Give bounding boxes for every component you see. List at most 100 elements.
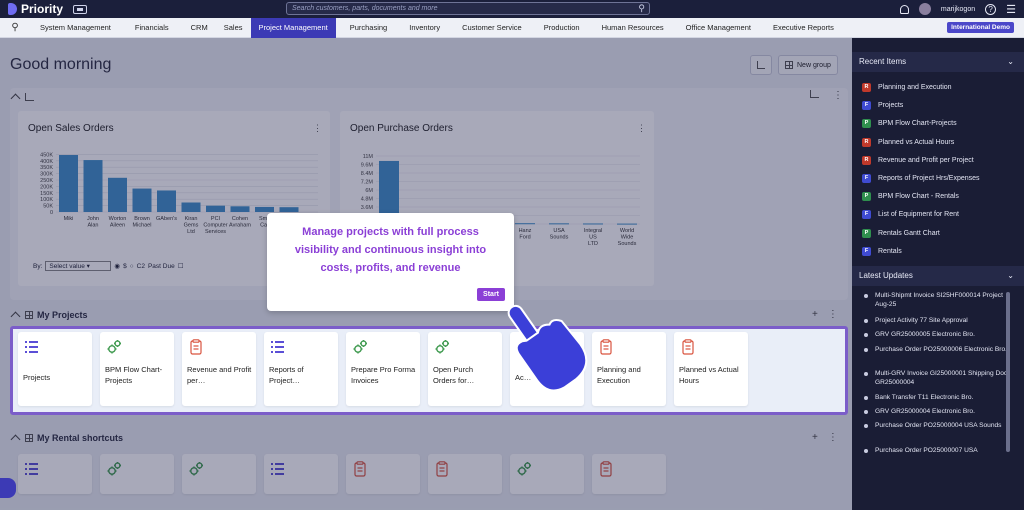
- menu-purchasing[interactable]: Purchasing: [342, 18, 396, 38]
- recent-item[interactable]: P Rentals Gantt Chart: [862, 228, 940, 238]
- menu-crm[interactable]: CRM: [183, 18, 216, 38]
- item-type-icon: F: [862, 210, 871, 220]
- report-icon: [188, 339, 204, 355]
- gears-icon: [352, 339, 368, 355]
- update-item[interactable]: Project Activity 77 Site Approval: [864, 316, 1012, 325]
- latest-updates-header[interactable]: Latest Updates ⌄: [852, 266, 1024, 286]
- username[interactable]: marijkogon: [941, 6, 975, 13]
- project-shortcut-tile[interactable]: Projects: [18, 332, 92, 406]
- update-item[interactable]: Purchase Order PO25000004 USA Sounds: [864, 421, 1012, 430]
- project-shortcut-tile[interactable]: Planning and Execution: [592, 332, 666, 406]
- update-item[interactable]: Bank Transfer T11 Electronic Bro.: [864, 393, 1012, 402]
- assistant-bubble[interactable]: [0, 478, 16, 498]
- recent-item-label: Rentals: [878, 247, 902, 255]
- item-type-icon: P: [862, 119, 871, 129]
- project-shortcut-tile[interactable]: Prepare Pro Forma Invoices: [346, 332, 420, 406]
- right-sidebar: Recent Items ⌄ R Planning and Execution F P…: [852, 38, 1024, 510]
- update-item[interactable]: Purchase Order PO25000006 Electronic Bro…: [864, 345, 1012, 354]
- tile-label: Prepare Pro Forma Invoices: [351, 365, 416, 385]
- item-type-icon: F: [862, 246, 871, 256]
- project-shortcut-tile[interactable]: Planned vs Actual Hours: [674, 332, 748, 406]
- gears-icon: [434, 339, 450, 355]
- item-type-icon: F: [862, 101, 871, 111]
- avatar[interactable]: [918, 3, 931, 15]
- gears-icon: [106, 339, 122, 355]
- recent-item[interactable]: R Planning and Execution: [862, 83, 952, 92]
- project-shortcut-tile[interactable]: BPM Flow Chart-Projects: [100, 332, 174, 406]
- menu-financials[interactable]: Financials: [127, 18, 177, 38]
- latest-updates-title: Latest Updates: [859, 271, 913, 280]
- chevron-down-icon[interactable]: ⌄: [1007, 52, 1014, 72]
- menu-office-management[interactable]: Office Management: [678, 18, 759, 38]
- project-shortcut-tile[interactable]: Revenue and Profit per…: [182, 332, 256, 406]
- screen-icon[interactable]: [73, 4, 88, 14]
- update-item[interactable]: Multi-GRV Invoice GI25000001 Shipping Do…: [864, 369, 1012, 387]
- recent-item[interactable]: F Rentals: [862, 246, 902, 256]
- help-icon[interactable]: ?: [985, 3, 997, 15]
- project-shortcut-tile[interactable]: Reports of Project…: [264, 332, 338, 406]
- tour-tooltip: Manage projects with full process visibi…: [267, 213, 514, 311]
- pointing-hand-icon: [507, 304, 588, 392]
- tile-label: Projects: [23, 373, 51, 382]
- tile-label: Reports of Project…: [269, 365, 304, 385]
- menu-executive-reports[interactable]: Executive Reports: [765, 18, 842, 38]
- item-type-icon: F: [862, 174, 871, 183]
- item-type-icon: R: [862, 137, 871, 147]
- recent-item[interactable]: R Revenue and Profit per Project: [862, 155, 974, 165]
- app-name: Priority: [21, 2, 64, 16]
- main-menu-bar: ⚲ System Management Financials CRM Sales…: [0, 17, 1024, 38]
- recent-item-label: Projects: [878, 102, 904, 110]
- recent-item-label: Revenue and Profit per Project: [878, 156, 974, 164]
- list-icon: [270, 339, 286, 355]
- update-item[interactable]: GRV GR25000005 Electronic Bro.: [864, 330, 1012, 339]
- item-type-icon: P: [862, 192, 871, 202]
- environment-badge: International Demo: [947, 22, 1014, 33]
- recent-item-label: Rentals Gantt Chart: [878, 229, 940, 237]
- recent-items-header[interactable]: Recent Items ⌄: [852, 52, 1024, 72]
- menu-search-icon[interactable]: ⚲: [0, 22, 30, 33]
- tile-label: BPM Flow Chart-Projects: [105, 365, 163, 385]
- update-item[interactable]: GRV GR25000004 Electronic Bro.: [864, 407, 1012, 416]
- recent-items-title: Recent Items: [859, 57, 907, 66]
- app-logo[interactable]: Priority: [8, 2, 63, 16]
- item-type-icon: R: [862, 83, 871, 92]
- chevron-down-icon[interactable]: ⌄: [1007, 266, 1014, 286]
- menu-human-resources[interactable]: Human Resources: [594, 18, 672, 38]
- recent-item[interactable]: F Projects: [862, 101, 904, 111]
- recent-item[interactable]: F List of Equipment for Rent: [862, 210, 959, 220]
- recent-item[interactable]: R Planned vs Actual Hours: [862, 137, 954, 147]
- search-icon[interactable]: ⚲: [638, 3, 645, 14]
- update-item[interactable]: Purchase Order PO25000007 USA: [864, 446, 1012, 455]
- tooltip-text: Manage projects with full process visibi…: [294, 226, 487, 274]
- recent-item-label: Planning and Execution: [878, 84, 952, 91]
- top-bar: Priority Search customers, parts, docume…: [0, 0, 1024, 18]
- tile-label: Planned vs Actual Hours: [679, 365, 739, 385]
- notifications-bell-icon[interactable]: [899, 4, 909, 14]
- report-icon: [598, 339, 614, 355]
- recent-item[interactable]: P BPM Flow Chart-Projects: [862, 119, 957, 129]
- item-type-icon: R: [862, 155, 871, 165]
- item-type-icon: P: [862, 228, 871, 238]
- list-icon: [24, 339, 40, 355]
- recent-item-label: BPM Flow Chart-Projects: [878, 120, 957, 128]
- tile-label: Revenue and Profit per…: [187, 365, 252, 385]
- menu-sales[interactable]: Sales: [216, 18, 251, 38]
- recent-item-label: BPM Flow Chart - Rentals: [878, 193, 959, 201]
- menu-inventory[interactable]: Inventory: [401, 18, 448, 38]
- recent-item-label: List of Equipment for Rent: [878, 211, 959, 219]
- menu-production[interactable]: Production: [536, 18, 588, 38]
- recent-item-label: Reports of Project Hrs/Expenses: [878, 175, 980, 182]
- menu-customer-service[interactable]: Customer Service: [454, 18, 530, 38]
- hamburger-menu-icon[interactable]: ☰: [1006, 3, 1016, 16]
- updates-scrollbar[interactable]: [1006, 292, 1010, 452]
- tile-label: Planning and Execution: [597, 365, 641, 385]
- report-icon: [680, 339, 696, 355]
- menu-project-management[interactable]: Project Management: [250, 17, 336, 38]
- update-item[interactable]: Multi-Shipmt Invoice SI25HF000014 Projec…: [864, 291, 1012, 309]
- priority-logo-icon: [8, 3, 17, 15]
- recent-item[interactable]: F Reports of Project Hrs/Expenses: [862, 174, 980, 183]
- global-search-input[interactable]: Search customers, parts, documents and m…: [286, 2, 650, 15]
- menu-system-management[interactable]: System Management: [32, 18, 119, 38]
- recent-item[interactable]: P BPM Flow Chart - Rentals: [862, 192, 959, 202]
- search-placeholder: Search customers, parts, documents and m…: [292, 5, 438, 12]
